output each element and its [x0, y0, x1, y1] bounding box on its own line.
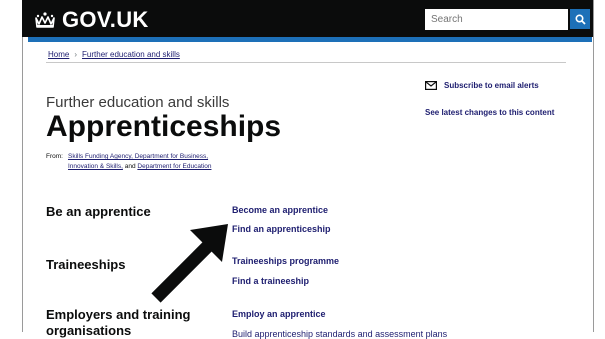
- logo-text: GOV.UK: [62, 7, 149, 32]
- organisation-link-dfe[interactable]: Department for Education: [137, 163, 211, 170]
- search-button[interactable]: [570, 9, 590, 29]
- from-label: From:: [46, 153, 63, 160]
- govuk-logo[interactable]: GOV.UK: [34, 7, 149, 33]
- latest-changes-link[interactable]: See latest changes to this content: [425, 108, 554, 117]
- heading-traineeships: Traineeships: [46, 257, 126, 272]
- heading-employers: Employers and training organisations: [46, 307, 191, 338]
- search-input[interactable]: [425, 9, 568, 30]
- link-build-standards[interactable]: Build apprenticeship standards and asses…: [232, 329, 447, 339]
- header-accent-bar: [28, 37, 592, 42]
- page-title: Apprenticeships: [46, 110, 282, 143]
- heading-be-an-apprentice: Be an apprentice: [46, 204, 151, 219]
- section-title: Further education and skills: [46, 94, 230, 111]
- from-and-text: and: [122, 163, 138, 170]
- magnifier-icon: [574, 13, 586, 25]
- breadcrumb-home[interactable]: Home: [48, 50, 69, 59]
- search-box: [425, 9, 568, 30]
- crown-icon: [35, 12, 55, 28]
- breadcrumb: Home › Further education and skills: [48, 50, 180, 59]
- organisation-link-line1[interactable]: Skills Funding Agency, Department for Bu…: [68, 153, 208, 160]
- breadcrumb-further-education[interactable]: Further education and skills: [82, 50, 180, 59]
- pointer-arrow-icon: [151, 224, 228, 303]
- divider: [46, 62, 566, 63]
- link-employ-an-apprentice[interactable]: Employ an apprentice: [232, 309, 326, 319]
- chevron-right-icon: ›: [74, 50, 78, 59]
- subscribe-link[interactable]: Subscribe to email alerts: [425, 81, 539, 90]
- organisation-link-bis[interactable]: Innovation & Skills,: [68, 163, 123, 170]
- subscribe-label: Subscribe to email alerts: [444, 81, 539, 90]
- envelope-icon: [425, 81, 437, 90]
